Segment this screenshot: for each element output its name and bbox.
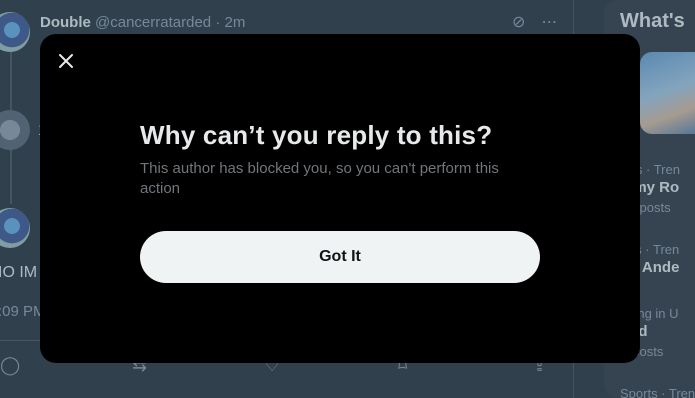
dialog-message: This author has blocked you, so you can'…	[140, 160, 499, 197]
got-it-button[interactable]: Got It	[140, 231, 540, 283]
reply-restricted-dialog: Why can’t you reply to this? This author…	[40, 34, 640, 363]
close-button[interactable]	[50, 45, 82, 77]
dialog-title: Why can’t you reply to this?	[140, 120, 493, 150]
close-icon	[59, 54, 73, 68]
